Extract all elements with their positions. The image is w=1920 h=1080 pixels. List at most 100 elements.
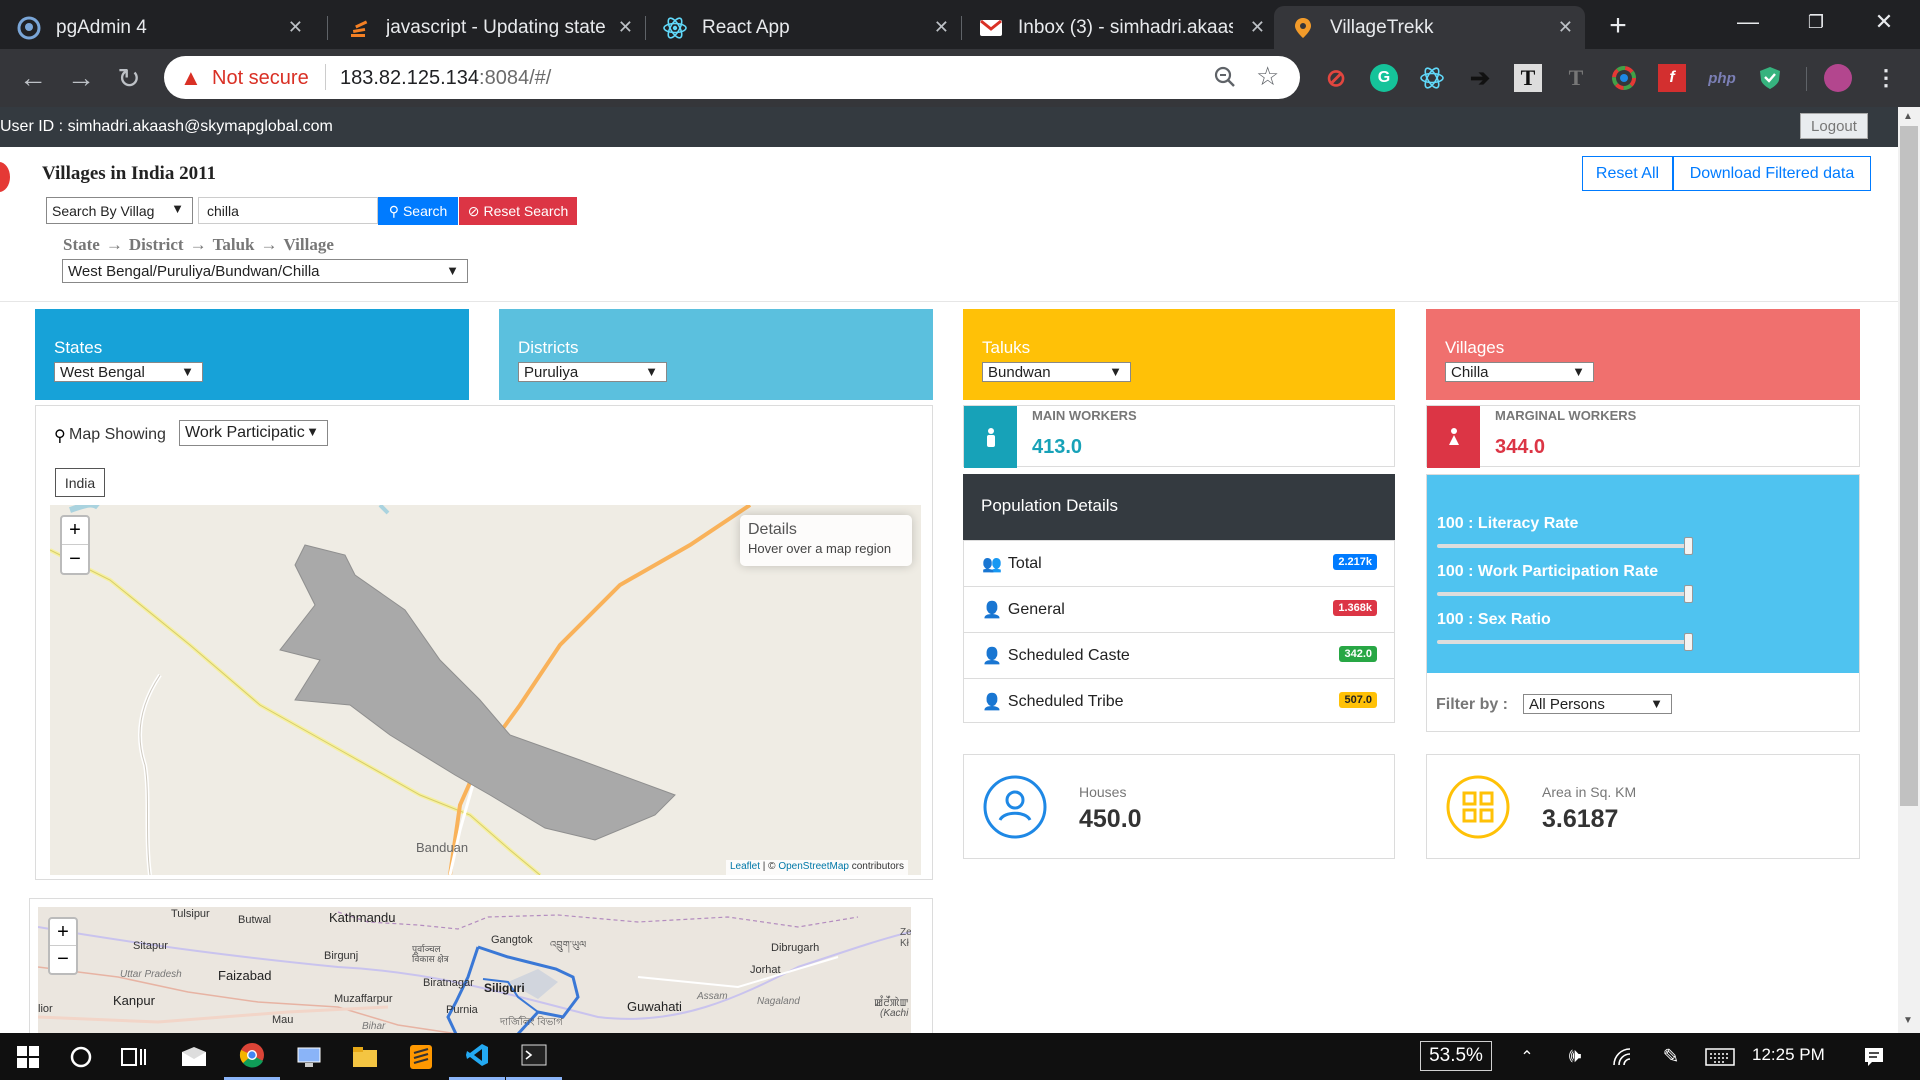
- notification-icon[interactable]: [1846, 1033, 1902, 1080]
- population-row-st: 👤 Scheduled Tribe 507.0: [964, 678, 1395, 724]
- chevron-down-icon: ▼: [645, 364, 658, 379]
- zoom-out-button[interactable]: −: [50, 946, 76, 973]
- flash-extension-icon[interactable]: f: [1658, 64, 1686, 92]
- shield-extension-icon[interactable]: [1756, 64, 1784, 92]
- filter-select[interactable]: All Persons ▼: [1523, 694, 1672, 714]
- react-devtools-extension-icon[interactable]: [1418, 64, 1446, 92]
- window-close-button[interactable]: ✕: [1850, 0, 1918, 44]
- stackoverflow-icon: [346, 15, 372, 41]
- toolbar-divider: [1806, 67, 1807, 91]
- bookmark-star-icon[interactable]: ☆: [1256, 61, 1279, 92]
- clock[interactable]: 12:25 PM: [1752, 1045, 1825, 1065]
- forward-button[interactable]: →: [64, 61, 98, 95]
- menu-dots-icon[interactable]: ⋮: [1872, 64, 1900, 92]
- zoom-in-button[interactable]: +: [62, 517, 88, 545]
- map-pin-icon: [1290, 15, 1316, 41]
- states-select[interactable]: West Bengal ▼: [54, 362, 203, 382]
- color-picker-extension-icon[interactable]: [1610, 64, 1638, 92]
- map-variable-select[interactable]: Work Participatic ▼: [179, 420, 328, 446]
- tab-stackoverflow[interactable]: javascript - Updating state w ✕: [330, 6, 645, 49]
- map-label: Kanpur: [113, 993, 155, 1008]
- keyboard-icon[interactable]: [1693, 1033, 1747, 1080]
- close-icon[interactable]: ✕: [618, 17, 633, 38]
- minimize-button[interactable]: —: [1714, 0, 1782, 44]
- work-participation-slider-track[interactable]: [1437, 592, 1689, 596]
- sex-ratio-slider-track[interactable]: [1437, 640, 1689, 644]
- scrollbar-thumb[interactable]: [1900, 126, 1918, 806]
- chevron-down-icon: ▼: [1109, 364, 1122, 379]
- close-icon[interactable]: ✕: [1558, 17, 1573, 38]
- divider: [0, 301, 1898, 302]
- scroll-up-icon[interactable]: ▲: [1903, 111, 1913, 122]
- grammarly-extension-icon[interactable]: G: [1370, 64, 1398, 92]
- restore-button[interactable]: ❐: [1782, 0, 1850, 44]
- user-icon: 👤: [982, 693, 1002, 711]
- grid-icon: [1445, 774, 1511, 840]
- chevron-down-icon: ▼: [181, 364, 194, 379]
- population-title: Population Details: [963, 474, 1395, 540]
- zoom-icon[interactable]: [1212, 64, 1238, 90]
- pen-icon[interactable]: ✎: [1644, 1033, 1698, 1080]
- zoom-out-button[interactable]: −: [62, 545, 88, 573]
- search-circle-icon[interactable]: [53, 1033, 109, 1080]
- new-tab-button[interactable]: +: [1598, 9, 1638, 42]
- battery-percentage[interactable]: 53.5%: [1420, 1041, 1492, 1071]
- terminal-icon[interactable]: [506, 1033, 562, 1080]
- blocker-extension-icon[interactable]: ⊘: [1322, 64, 1350, 92]
- tab-react-app[interactable]: React App ✕: [646, 6, 961, 49]
- close-icon[interactable]: ✕: [288, 17, 303, 38]
- sex-ratio-slider-thumb[interactable]: [1684, 633, 1693, 651]
- taluks-select[interactable]: Bundwan ▼: [982, 362, 1131, 382]
- osm-link[interactable]: OpenStreetMap: [778, 861, 849, 872]
- close-icon[interactable]: ✕: [1250, 17, 1265, 38]
- font-extension-icon[interactable]: T: [1514, 64, 1542, 92]
- wifi-icon[interactable]: [1596, 1033, 1650, 1080]
- volume-icon[interactable]: 🕪: [1548, 1033, 1602, 1080]
- logout-button[interactable]: Logout: [1800, 113, 1868, 139]
- tab-villagetrekk[interactable]: VillageTrekk ✕: [1274, 6, 1585, 49]
- villages-select[interactable]: Chilla ▼: [1445, 362, 1594, 382]
- leaflet-link[interactable]: Leaflet: [730, 861, 760, 872]
- user-icon: 👤: [982, 647, 1002, 665]
- zoom-in-button[interactable]: +: [50, 919, 76, 946]
- mail-icon[interactable]: [166, 1033, 222, 1080]
- reload-button[interactable]: ↻: [112, 61, 146, 95]
- map-label: पूर्वाञ्चल विकास क्षेत्र: [412, 944, 449, 964]
- address-bar[interactable]: ▲ Not secure 183.82.125.134:8084/#/ ☆: [164, 56, 1300, 99]
- literacy-slider-track[interactable]: [1437, 544, 1689, 548]
- scroll-down-icon[interactable]: ▼: [1903, 1015, 1913, 1026]
- close-icon[interactable]: ✕: [934, 17, 949, 38]
- arrow-extension-icon[interactable]: ➔: [1466, 64, 1494, 92]
- chrome-icon[interactable]: [224, 1033, 280, 1080]
- path-select[interactable]: West Bengal/Puruliya/Bundwan/Chilla ▼: [62, 259, 468, 283]
- tab-pgadmin[interactable]: pgAdmin 4 ✕: [0, 6, 315, 49]
- search-input[interactable]: chilla: [198, 197, 378, 224]
- php-extension-icon[interactable]: php: [1704, 64, 1740, 92]
- chevron-down-icon: ▼: [306, 424, 319, 439]
- chevron-down-icon: ▼: [1650, 696, 1663, 711]
- tab-gmail[interactable]: Inbox (3) - simhadri.akaash@ ✕: [962, 6, 1277, 49]
- districts-select[interactable]: Puruliya ▼: [518, 362, 667, 382]
- vscode-icon[interactable]: [449, 1033, 505, 1080]
- work-participation-slider-thumb[interactable]: [1684, 585, 1693, 603]
- avatar[interactable]: [1824, 64, 1852, 92]
- text-extension-icon[interactable]: T: [1562, 64, 1590, 92]
- count-badge: 1.368k: [1333, 600, 1377, 616]
- windows-start-icon[interactable]: [0, 1033, 56, 1080]
- search-mode-select[interactable]: Search By Villag ▼: [46, 197, 193, 224]
- back-button[interactable]: ←: [16, 61, 50, 95]
- download-filtered-button[interactable]: Download Filtered data: [1673, 156, 1871, 191]
- sublime-text-icon[interactable]: [393, 1033, 449, 1080]
- search-button[interactable]: ⚲ Search: [378, 197, 458, 225]
- chevron-up-icon[interactable]: ⌃: [1500, 1033, 1554, 1080]
- main-map[interactable]: Banduan + − Details Hover over a map reg…: [50, 505, 921, 875]
- task-view-icon[interactable]: [106, 1033, 162, 1080]
- reset-search-button[interactable]: ⊘ Reset Search: [459, 197, 577, 225]
- remote-desktop-icon[interactable]: [281, 1033, 337, 1080]
- file-explorer-icon[interactable]: [337, 1033, 393, 1080]
- reset-all-button[interactable]: Reset All: [1582, 156, 1673, 191]
- map-label: Sitapur: [133, 940, 168, 952]
- india-button[interactable]: India: [55, 468, 105, 497]
- literacy-slider-thumb[interactable]: [1684, 537, 1693, 555]
- overview-map[interactable]: Tulsipur Butwal Kathmandu Sitapur Birgun…: [38, 907, 911, 1034]
